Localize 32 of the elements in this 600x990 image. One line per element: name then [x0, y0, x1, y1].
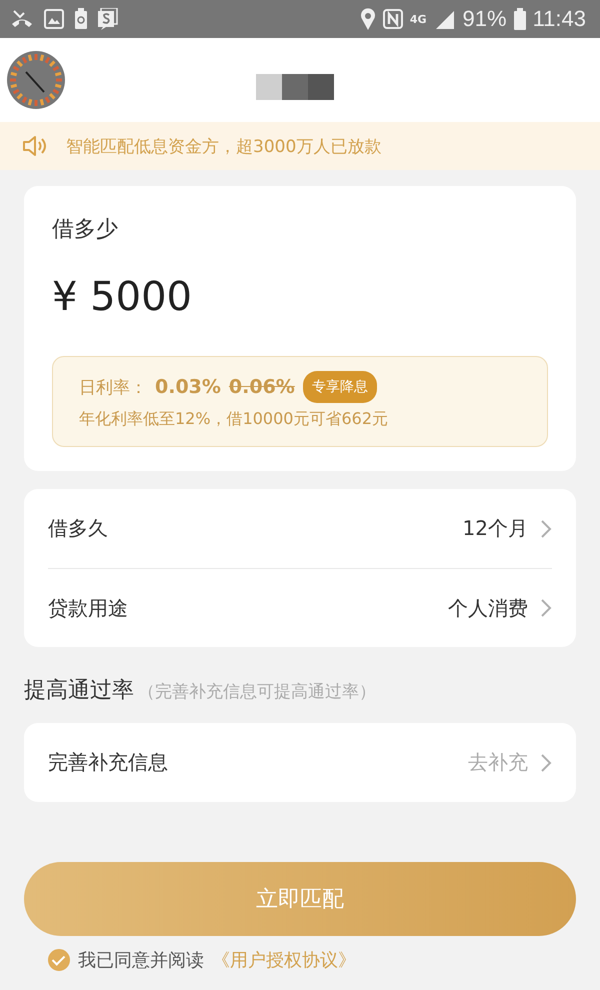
agreement-checkbox[interactable]	[48, 949, 70, 971]
notes-icon	[98, 8, 118, 30]
option-label: 借多久	[48, 515, 108, 542]
location-icon	[360, 8, 376, 30]
battery-recycle-icon	[74, 8, 88, 30]
chevron-icon	[540, 752, 552, 772]
option-label: 贷款用途	[48, 594, 128, 622]
loan-label: 借多少	[52, 216, 119, 244]
network-label: 4G	[410, 12, 427, 26]
notice-text: 智能匹配低息资金方，超3000万人已放款	[66, 136, 382, 158]
image-icon	[44, 9, 64, 29]
section-hint: （完善补充信息可提高通过率）	[138, 681, 376, 703]
missed-call-icon	[10, 9, 34, 29]
battery-percent: 91%	[462, 6, 507, 32]
nfc-icon	[382, 9, 403, 29]
rate-label: 日利率：	[79, 376, 147, 398]
amount-value[interactable]: ¥ 5000	[52, 274, 548, 320]
signal-icon	[434, 9, 456, 29]
option-select[interactable]: 12个月	[462, 515, 552, 542]
battery-icon	[514, 8, 526, 30]
gauge-icon	[6, 50, 66, 110]
original-rate: 0.06%	[228, 376, 295, 398]
rate-value: 0.03%	[155, 376, 221, 398]
section-title: 提高通过率	[24, 677, 134, 705]
chevron-icon	[540, 598, 552, 618]
option-select[interactable]: 个人消费	[448, 594, 552, 622]
clock: 11:43	[532, 6, 586, 32]
chevron-icon	[540, 518, 552, 538]
option-label: 完善补充信息	[48, 749, 168, 776]
agreement-text: 我已同意并阅读	[78, 949, 204, 972]
rate-note: 年化利率低至12%，借10000元可省662元	[79, 409, 389, 430]
discount-badge: 专享降息	[302, 371, 377, 403]
